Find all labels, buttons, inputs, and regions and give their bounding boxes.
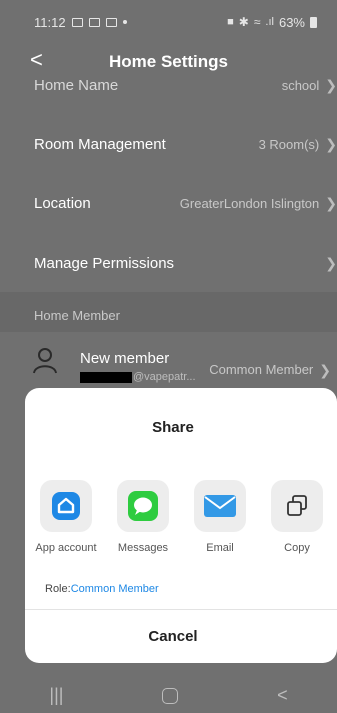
status-right: ■ ✱ ≈ .ıl 63% (227, 15, 317, 30)
share-tile[interactable] (40, 480, 92, 532)
divider (25, 609, 337, 610)
manage-permissions-row[interactable]: Manage Permissions ❯ (0, 237, 337, 289)
role-value-link[interactable]: Common Member (71, 583, 159, 595)
share-option-label: Messages (117, 542, 169, 554)
chevron-right-icon: ❯ (325, 135, 337, 152)
share-option-messages[interactable]: Messages (106, 480, 180, 554)
home-name-value-wrap: school ❯ (282, 77, 337, 94)
share-option-label: App account (35, 542, 97, 554)
cancel-button[interactable]: Cancel (25, 628, 321, 645)
image-notification-icon (88, 17, 100, 27)
home-name-value: school (281, 77, 320, 93)
back-button[interactable]: < (30, 48, 43, 72)
copy-icon (287, 495, 307, 516)
battery-icon (310, 16, 317, 28)
email-icon (204, 495, 236, 517)
home-name-row[interactable]: Home Name school ❯ (0, 72, 337, 98)
location-row[interactable]: Location GreaterLondon Islington ❯ (0, 177, 337, 229)
location-label: Location (34, 194, 91, 212)
message-icon (128, 491, 158, 521)
status-bar: 11:12 ■ ✱ ≈ .ıl 63% (0, 0, 337, 44)
page-title: Home Settings (108, 52, 229, 71)
home-app-icon (52, 492, 80, 520)
role-prefix: Role: (45, 583, 71, 595)
share-tile[interactable] (117, 480, 169, 532)
share-option-email[interactable]: Email (183, 480, 257, 554)
share-sheet: Share App account Messages Email Copy Ro… (25, 388, 337, 663)
system-nav-bar: ||| < (0, 678, 337, 713)
role-line: Role:Common Member (45, 583, 159, 595)
share-option-copy[interactable]: Copy (260, 480, 334, 554)
room-management-label: Room Management (34, 135, 166, 153)
room-management-value: 3 Room(s) (258, 136, 320, 152)
avatar-icon (33, 348, 57, 374)
status-left: 11:12 (34, 15, 127, 30)
member-role-wrap: Common Member ❯ (209, 362, 331, 379)
member-name: New member (80, 350, 170, 367)
share-option-label: Email (206, 542, 234, 554)
chevron-right-icon: ❯ (325, 76, 337, 93)
share-tile[interactable] (194, 480, 246, 532)
room-management-row[interactable]: Room Management 3 Room(s) ❯ (0, 118, 337, 170)
chevron-right-icon: ❯ (325, 254, 337, 271)
recents-button[interactable]: ||| (49, 685, 63, 706)
lock-icon: ■ (227, 16, 234, 28)
more-notifications-icon (122, 20, 127, 24)
nav-back-button[interactable]: < (277, 685, 288, 706)
member-email-suffix: @vapepatr... (133, 371, 196, 383)
chevron-right-icon: ❯ (319, 362, 331, 378)
location-value: GreaterLondon Islington (179, 195, 320, 211)
clock: 11:12 (34, 14, 66, 30)
room-management-value-wrap: 3 Room(s) ❯ (259, 136, 337, 153)
redacted-block (80, 371, 132, 383)
member-email: @vapepatr... (80, 371, 196, 383)
home-button[interactable] (162, 687, 179, 704)
member-role: Common Member (209, 362, 314, 377)
share-option-label: Copy (284, 542, 310, 554)
manage-permissions-value-wrap: ❯ (325, 255, 337, 272)
signal-icon: .ıl (265, 16, 274, 28)
home-name-label: Home Name (34, 76, 119, 94)
share-tile[interactable] (271, 480, 323, 532)
notification-icon (71, 17, 83, 27)
share-sheet-title: Share (152, 419, 194, 436)
bluetooth-icon: ✱ (238, 15, 249, 29)
chevron-right-icon: ❯ (325, 194, 337, 211)
wifi-icon: ≈ (253, 15, 261, 29)
member-row[interactable]: New member @vapepatr... Common Member ❯ (0, 340, 337, 388)
app-notification-icon (105, 17, 117, 27)
home-member-section-title: Home Member (34, 308, 120, 323)
location-value-wrap: GreaterLondon Islington ❯ (180, 195, 337, 212)
manage-permissions-label: Manage Permissions (34, 254, 175, 272)
battery-level: 63% (278, 14, 305, 30)
share-option-app-account[interactable]: App account (29, 480, 103, 554)
